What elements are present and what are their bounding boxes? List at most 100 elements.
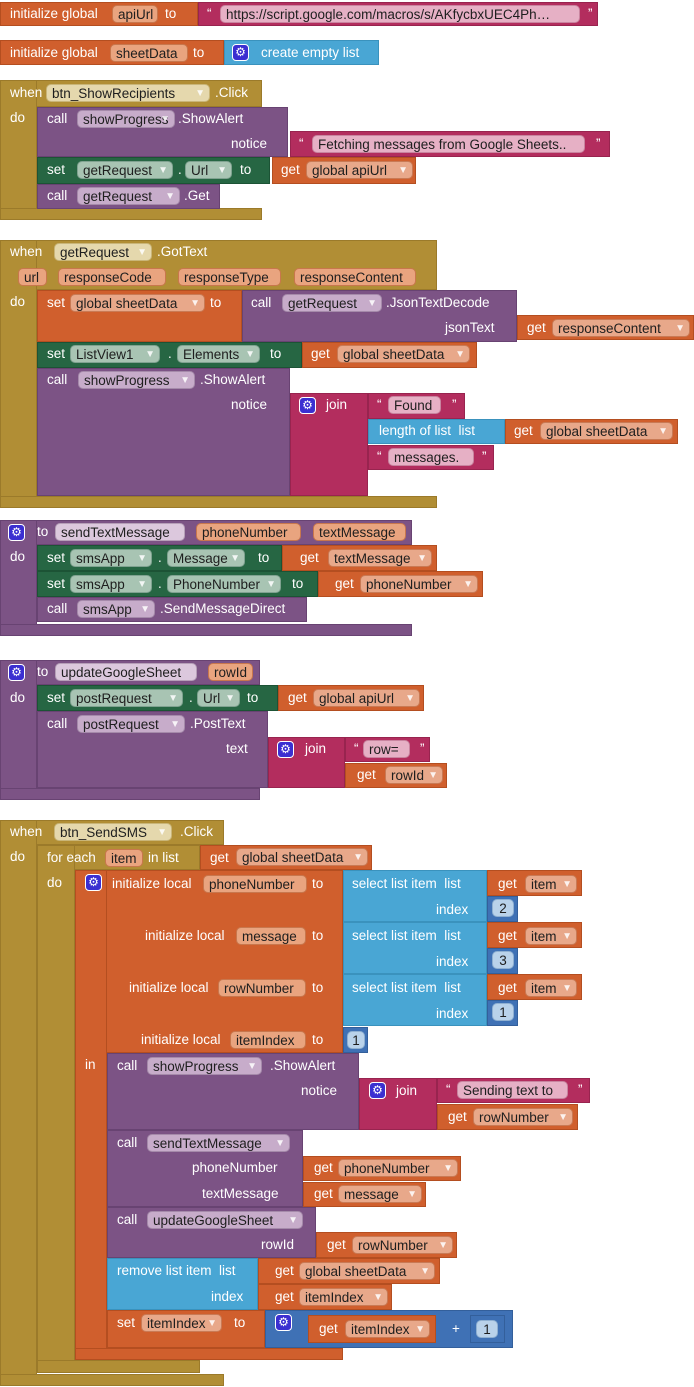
dropdown-arrow-icon[interactable]: ▼ <box>140 601 150 617</box>
number-field[interactable]: 2 <box>492 899 514 917</box>
dropdown-arrow-icon[interactable]: ▼ <box>417 550 427 566</box>
component-dropdown[interactable]: smsApp ▼ <box>70 549 152 567</box>
component-dropdown[interactable]: smsApp ▼ <box>70 575 152 593</box>
variable-dropdown[interactable]: itemIndex ▼ <box>345 1320 430 1338</box>
dropdown-arrow-icon[interactable]: ▼ <box>207 1315 217 1331</box>
event-block-side[interactable] <box>0 820 37 1386</box>
dropdown-arrow-icon[interactable]: ▼ <box>180 372 190 388</box>
property-dropdown[interactable]: Elements ▼ <box>177 345 260 363</box>
gear-icon[interactable]: ⚙ <box>369 1082 386 1099</box>
initialize-local-block[interactable] <box>75 870 343 1053</box>
dropdown-arrow-icon[interactable]: ▼ <box>428 767 438 783</box>
variable-dropdown[interactable]: item ▼ <box>525 875 577 893</box>
dropdown-arrow-icon[interactable]: ▼ <box>195 85 205 101</box>
dropdown-arrow-icon[interactable]: ▼ <box>170 716 180 732</box>
variable-dropdown[interactable]: textMessage ▼ <box>328 549 432 567</box>
event-block-bottom[interactable] <box>0 496 437 508</box>
component-dropdown[interactable]: getRequest ▼ <box>77 161 173 179</box>
component-dropdown[interactable]: showProgress ▼ <box>147 1057 262 1075</box>
variable-dropdown[interactable]: rowId ▼ <box>385 766 443 784</box>
gear-icon[interactable]: ⚙ <box>277 741 294 758</box>
procedure-name-field[interactable]: sendTextMessage <box>55 523 185 541</box>
dropdown-arrow-icon[interactable]: ▼ <box>217 162 227 178</box>
component-dropdown[interactable]: getRequest ▼ <box>54 243 152 261</box>
dropdown-arrow-icon[interactable]: ▼ <box>157 824 167 840</box>
dropdown-arrow-icon[interactable]: ▼ <box>407 1186 417 1202</box>
variable-dropdown[interactable]: item ▼ <box>525 927 577 945</box>
procedure-param[interactable]: phoneNumber <box>196 523 301 541</box>
dropdown-arrow-icon[interactable]: ▼ <box>275 1135 285 1151</box>
text-field[interactable]: messages. <box>388 448 474 466</box>
variable-dropdown[interactable]: itemIndex ▼ <box>141 1314 222 1332</box>
for-each-block-bottom[interactable] <box>37 1360 200 1373</box>
procedure-param[interactable]: rowId <box>208 663 253 681</box>
event-block-bottom[interactable] <box>0 1374 224 1386</box>
event-block-bottom[interactable] <box>0 208 262 220</box>
number-field[interactable]: 1 <box>476 1320 498 1338</box>
dropdown-arrow-icon[interactable]: ▼ <box>398 162 408 178</box>
variable-dropdown[interactable]: phoneNumber ▼ <box>360 575 478 593</box>
component-dropdown[interactable]: postRequest ▼ <box>70 689 183 707</box>
dropdown-arrow-icon[interactable]: ▼ <box>137 576 147 592</box>
text-field[interactable]: Fetching messages from Google Sheets.. <box>312 135 585 153</box>
property-dropdown[interactable]: PhoneNumber ▼ <box>167 575 281 593</box>
dropdown-arrow-icon[interactable]: ▼ <box>353 849 363 865</box>
text-field[interactable]: row= <box>363 740 410 758</box>
gear-icon[interactable]: ⚙ <box>275 1314 292 1331</box>
procedure-block-side[interactable] <box>0 660 37 800</box>
dropdown-arrow-icon[interactable]: ▼ <box>160 111 170 127</box>
dropdown-arrow-icon[interactable]: ▼ <box>137 244 147 260</box>
variable-dropdown[interactable]: itemIndex ▼ <box>299 1288 388 1306</box>
variable-dropdown[interactable]: rowNumber ▼ <box>473 1108 573 1126</box>
dropdown-arrow-icon[interactable]: ▼ <box>463 576 473 592</box>
component-dropdown[interactable]: showProgress ▼ <box>78 371 195 389</box>
procedure-dropdown[interactable]: sendTextMessage ▼ <box>147 1134 290 1152</box>
dropdown-arrow-icon[interactable]: ▼ <box>658 423 668 439</box>
gear-icon[interactable]: ⚙ <box>299 397 316 414</box>
gear-icon[interactable]: ⚙ <box>8 664 25 681</box>
dropdown-arrow-icon[interactable]: ▼ <box>373 1289 383 1305</box>
local-name-field[interactable]: rowNumber <box>218 979 306 997</box>
local-name-field[interactable]: itemIndex <box>230 1031 306 1049</box>
variable-dropdown[interactable]: rowNumber ▼ <box>352 1236 453 1254</box>
dropdown-arrow-icon[interactable]: ▼ <box>266 576 276 592</box>
variable-dropdown[interactable]: message ▼ <box>338 1185 422 1203</box>
dropdown-arrow-icon[interactable]: ▼ <box>230 550 240 566</box>
dropdown-arrow-icon[interactable]: ▼ <box>438 1237 448 1253</box>
dropdown-arrow-icon[interactable]: ▼ <box>247 1058 257 1074</box>
variable-dropdown[interactable]: global sheetData ▼ <box>540 422 673 440</box>
dropdown-arrow-icon[interactable]: ▼ <box>420 1263 430 1279</box>
component-dropdown[interactable]: smsApp ▼ <box>77 600 155 618</box>
gear-icon[interactable]: ⚙ <box>232 44 249 61</box>
procedure-block-bottom[interactable] <box>0 788 260 800</box>
dropdown-arrow-icon[interactable]: ▼ <box>225 690 235 706</box>
procedure-param[interactable]: textMessage <box>313 523 406 541</box>
global-name-field[interactable]: apiUrl <box>112 5 158 23</box>
event-param[interactable]: url <box>18 268 47 286</box>
dropdown-arrow-icon[interactable]: ▼ <box>165 188 175 204</box>
variable-dropdown[interactable]: global sheetData ▼ <box>70 294 205 312</box>
dropdown-arrow-icon[interactable]: ▼ <box>562 980 572 996</box>
number-field[interactable]: 1 <box>347 1031 365 1049</box>
variable-dropdown[interactable]: global sheetData ▼ <box>299 1262 435 1280</box>
variable-dropdown[interactable]: phoneNumber ▼ <box>338 1159 458 1177</box>
dropdown-arrow-icon[interactable]: ▼ <box>145 346 155 362</box>
variable-dropdown[interactable]: global sheetData ▼ <box>236 848 368 866</box>
component-dropdown[interactable]: btn_ShowRecipients ▼ <box>46 84 210 102</box>
variable-dropdown[interactable]: responseContent ▼ <box>552 319 690 337</box>
local-name-field[interactable]: phoneNumber <box>203 875 307 893</box>
number-field[interactable]: 3 <box>492 951 514 969</box>
dropdown-arrow-icon[interactable]: ▼ <box>137 550 147 566</box>
dropdown-arrow-icon[interactable]: ▼ <box>558 1109 568 1125</box>
property-dropdown[interactable]: Url ▼ <box>185 161 232 179</box>
gear-icon[interactable]: ⚙ <box>8 524 25 541</box>
dropdown-arrow-icon[interactable]: ▼ <box>562 928 572 944</box>
variable-dropdown[interactable]: global sheetData ▼ <box>337 345 470 363</box>
text-field[interactable]: Sending text to <box>457 1081 568 1099</box>
property-dropdown[interactable]: Message ▼ <box>167 549 245 567</box>
component-dropdown[interactable]: ListView1 ▼ <box>70 345 160 363</box>
event-block-side[interactable] <box>0 80 37 220</box>
procedure-dropdown[interactable]: updateGoogleSheet ▼ <box>147 1211 303 1229</box>
for-each-block-side[interactable] <box>37 845 75 1373</box>
global-name-field[interactable]: sheetData <box>110 44 188 62</box>
